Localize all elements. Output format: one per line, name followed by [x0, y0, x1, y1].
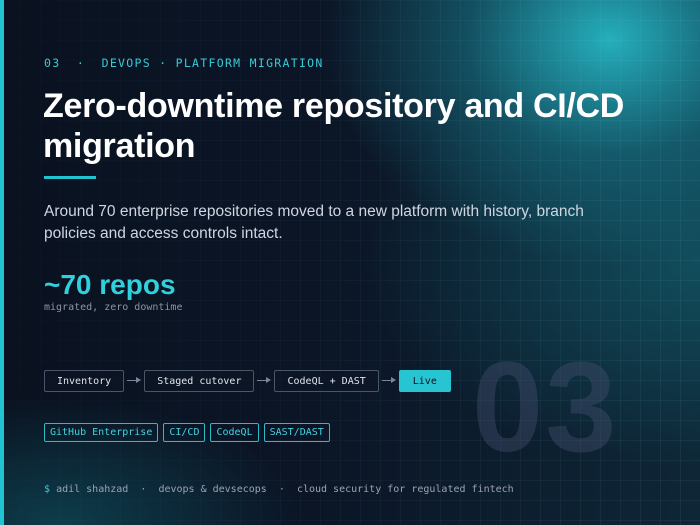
footer-role: devops & devsecops	[158, 484, 267, 495]
footer-focus: cloud security for regulated fintech	[296, 484, 514, 495]
pipeline: Inventory Staged cutover CodeQL + DAST L…	[44, 370, 451, 392]
footer-separator: ·	[140, 484, 147, 495]
pipeline-stage-inventory: Inventory	[44, 370, 125, 392]
arrow-right-icon	[124, 370, 144, 392]
footer: $ adil shahzad · devops & devsecops · cl…	[44, 484, 514, 495]
arrow-right-icon	[379, 370, 399, 392]
terminal-prompt-icon: $	[44, 484, 51, 495]
page-title: Zero-downtime repository and CI/CD migra…	[43, 87, 625, 165]
pipeline-stage-codeql-dast: CodeQL + DAST	[274, 370, 379, 392]
metric-value: ~70 repos	[44, 269, 176, 300]
eyebrow-separator: ·	[76, 56, 86, 70]
background-number: 03	[472, 336, 619, 479]
eyebrow: 03 · DEVOPS · PLATFORM MIGRATION	[44, 56, 324, 70]
tag-github-enterprise: GitHub Enterprise	[44, 423, 159, 442]
footer-name: adil shahzad	[56, 484, 129, 495]
footer-separator: ·	[278, 484, 285, 495]
arrow-right-icon	[254, 370, 274, 392]
eyebrow-index: 03	[44, 56, 61, 70]
tag-sast-dast: SAST/DAST	[263, 423, 330, 442]
description: Around 70 enterprise repositories moved …	[44, 203, 584, 242]
tag-ci-cd: CI/CD	[163, 423, 206, 442]
pipeline-stage-staged-cutover: Staged cutover	[144, 370, 255, 392]
title-underline	[44, 176, 96, 179]
pipeline-stage-live: Live	[398, 370, 451, 392]
metric-caption: migrated, zero downtime	[44, 302, 183, 313]
tag-list: GitHub Enterprise CI/CD CodeQL SAST/DAST	[44, 423, 330, 442]
eyebrow-category: DEVOPS · PLATFORM MIGRATION	[101, 56, 324, 70]
tag-codeql: CodeQL	[210, 423, 259, 442]
left-accent-bar	[0, 0, 4, 525]
